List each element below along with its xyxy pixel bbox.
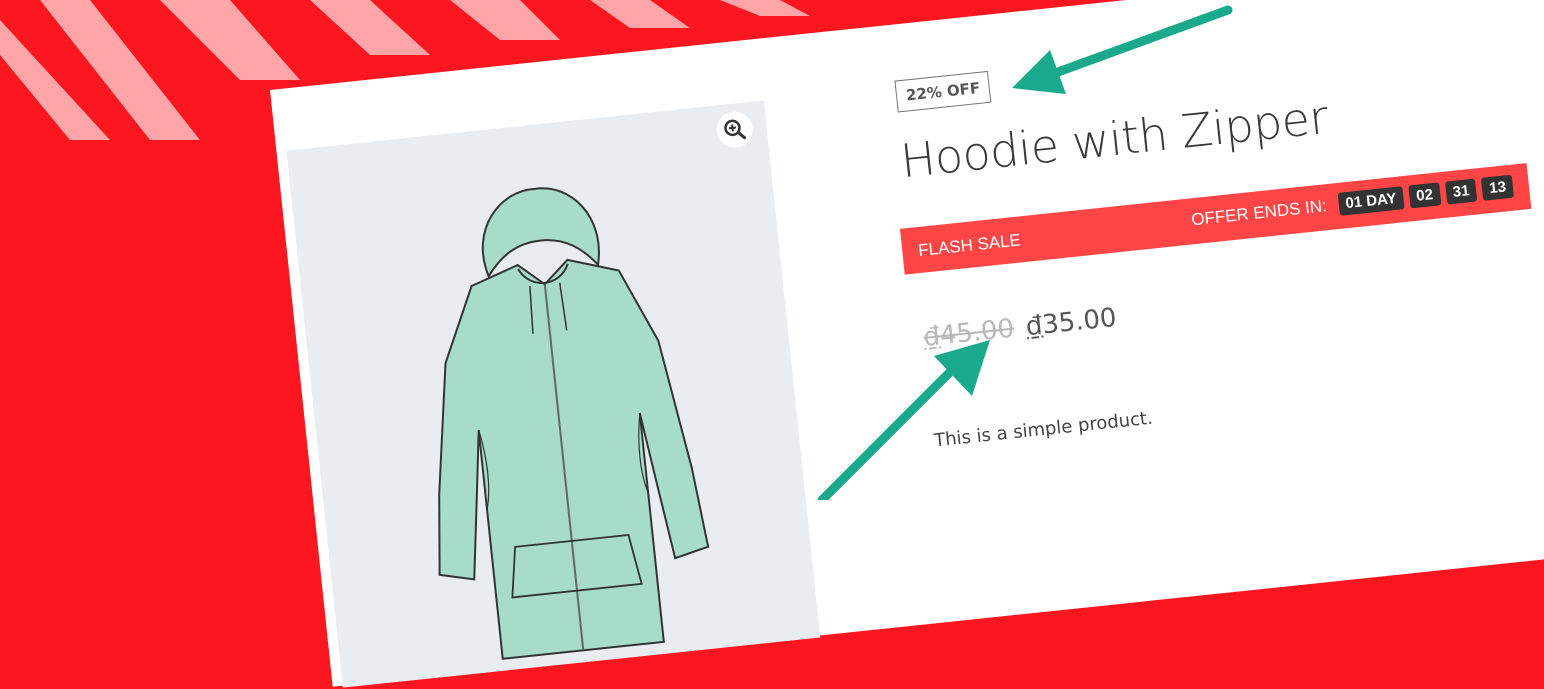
sale-price: ₫35.00 xyxy=(1024,303,1118,342)
zoom-button[interactable] xyxy=(714,109,755,150)
countdown-minutes: 31 xyxy=(1444,178,1478,205)
product-card: 22% OFF Hoodie with Zipper FLASH SALE OF… xyxy=(270,0,1544,688)
countdown-seconds: 13 xyxy=(1481,174,1515,201)
offer-ends-label: OFFER ENDS IN: xyxy=(1190,195,1328,229)
countdown-hours: 02 xyxy=(1408,182,1442,209)
product-description: This is a simple product. xyxy=(933,407,1154,452)
hoodie-image xyxy=(438,187,710,660)
magnify-plus-icon xyxy=(724,119,747,140)
discount-badge: 22% OFF xyxy=(894,70,992,113)
regular-price-amount: 45.00 xyxy=(938,313,1016,352)
price: ₫45.00 ₫35.00 xyxy=(922,303,1118,353)
product-gallery xyxy=(286,100,821,688)
flash-sale-bar: FLASH SALE OFFER ENDS IN: 01 DAY 02 31 1… xyxy=(899,163,1532,275)
regular-price: ₫45.00 xyxy=(922,314,1016,353)
product-summary: 22% OFF Hoodie with Zipper FLASH SALE OF… xyxy=(879,0,1544,583)
flash-sale-label: FLASH SALE xyxy=(917,230,1022,261)
countdown: OFFER ENDS IN: 01 DAY 02 31 13 xyxy=(1190,174,1515,232)
sale-price-amount: 35.00 xyxy=(1040,302,1118,341)
countdown-days: 01 DAY xyxy=(1337,186,1405,216)
